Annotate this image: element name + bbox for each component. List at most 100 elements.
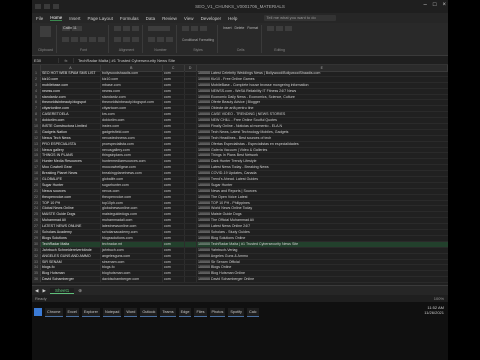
taskbar-item[interactable]: Teams	[160, 307, 176, 317]
row-number[interactable]: 15	[32, 153, 41, 159]
cell-c[interactable]: com	[163, 76, 185, 82]
save-icon[interactable]	[35, 4, 41, 9]
cell-a[interactable]: Global News Online	[41, 206, 101, 212]
cell-a[interactable]: Nexus Tech News	[41, 135, 101, 141]
row-number[interactable]: 6	[32, 100, 41, 106]
maximize-icon[interactable]: □	[433, 2, 437, 8]
cell-e[interactable]: 100000 Economic Daily News - Economics, …	[197, 95, 448, 100]
row-number[interactable]: 35	[32, 271, 41, 277]
cell-e[interactable]: 100000 Galería Vacuum | Video & Gallerie…	[197, 148, 448, 153]
taskbar-item[interactable]: Photos	[209, 307, 226, 317]
cell-d[interactable]	[185, 218, 197, 224]
cell-b[interactable]: scholarsacademy.com	[101, 230, 163, 235]
cell-a[interactable]: Muhammad Ali	[41, 218, 101, 224]
tab-review[interactable]: Review	[162, 16, 177, 21]
cell-d[interactable]	[185, 235, 197, 241]
cell-d[interactable]	[185, 94, 197, 100]
find-select-icon[interactable]	[285, 26, 293, 31]
undo-icon[interactable]	[44, 4, 50, 9]
cell-a[interactable]: doktoriim.com	[41, 118, 101, 124]
cell-c[interactable]: com	[163, 182, 185, 188]
cell-e[interactable]: 100000 COVID-19 Updates, Canada	[197, 171, 448, 176]
cell-d[interactable]	[185, 112, 197, 118]
cell-a[interactable]: SIR SENAM	[41, 259, 101, 265]
cell-c[interactable]: com	[163, 88, 185, 94]
tab-data[interactable]: Data	[146, 16, 156, 21]
cell-d[interactable]	[185, 177, 197, 182]
currency-icon[interactable]	[147, 37, 155, 42]
bold-icon[interactable]	[61, 37, 69, 42]
cell-b[interactable]: nexustechnews.com	[101, 135, 163, 141]
cell-d[interactable]	[185, 124, 197, 129]
minimize-icon[interactable]: –	[424, 2, 427, 8]
cell-a[interactable]: kiz10.com	[41, 76, 101, 82]
cell-a[interactable]: ANGELES GUNS AND AMMO	[41, 253, 101, 259]
cell-e[interactable]: 100000 Ofertas Especialistas - Especiali…	[197, 142, 448, 147]
cell-d[interactable]	[185, 141, 197, 147]
row-number[interactable]: 8	[32, 112, 41, 118]
format-cells-button[interactable]: Format	[247, 26, 258, 30]
cell-c[interactable]: com	[163, 218, 185, 224]
row-number[interactable]: 23	[32, 200, 41, 206]
cell-d[interactable]	[185, 165, 197, 171]
cell-a[interactable]: CASERETOELA	[41, 112, 101, 118]
cell-e[interactable]: 100000 The Official Muhammad Ali	[197, 218, 448, 223]
row-number[interactable]: 29	[32, 235, 41, 241]
taskbar-item[interactable]: Files	[194, 307, 207, 317]
row-number[interactable]: 24	[32, 206, 41, 212]
cell-b[interactable]: techradar.mt	[101, 241, 163, 247]
cell-e[interactable]: 100000 NEWSS.com - WeSA Reliability IT F…	[197, 89, 448, 94]
wrap-text-icon[interactable]	[131, 26, 139, 31]
cell-d[interactable]	[185, 212, 197, 218]
borders-icon[interactable]	[88, 37, 96, 42]
cell-e[interactable]: 100000 Finally Online - Noticias al mome…	[197, 124, 448, 129]
cell-d[interactable]	[185, 129, 197, 135]
row-number[interactable]: 14	[32, 147, 41, 153]
conditional-formatting-label[interactable]: Conditional Formatting	[182, 38, 214, 42]
cell-b[interactable]: moocowbellgear.com	[101, 165, 163, 171]
cell-d[interactable]	[185, 100, 197, 106]
worksheet-grid[interactable]: 1 SEO HOT WEB SPAM SMS LIST bollywoodshaad…	[32, 71, 448, 285]
row-number[interactable]: 16	[32, 159, 41, 165]
cell-d[interactable]	[185, 253, 197, 259]
cell-c[interactable]: com	[163, 100, 185, 106]
cell-d[interactable]	[185, 106, 197, 112]
cell-a[interactable]: Breaking Planet News	[41, 171, 101, 177]
cell-b[interactable]: angelesguns.com	[101, 253, 163, 259]
cell-c[interactable]: com	[163, 112, 185, 118]
cell-b[interactable]: muhammadali.com	[101, 218, 163, 224]
taskbar-item[interactable]: Explorer	[81, 307, 100, 317]
cell-b[interactable]: blogssolutions.com	[101, 235, 163, 241]
align-middle-icon[interactable]	[122, 26, 130, 31]
cell-d[interactable]	[185, 153, 197, 159]
cell-b[interactable]: instex.com	[101, 124, 163, 129]
cell-e[interactable]: 100000 Sugar Hunter	[197, 183, 448, 188]
cell-c[interactable]: com	[163, 153, 185, 159]
cell-c[interactable]: com	[163, 271, 185, 277]
row-number[interactable]: 7	[32, 106, 41, 112]
cell-e[interactable]: 100000 Dark Hunter Trendy Lifestyle	[197, 159, 448, 164]
font-size-select[interactable]: 11	[71, 26, 82, 31]
cell-c[interactable]: com	[163, 253, 185, 259]
tab-developer[interactable]: Developer	[201, 16, 222, 21]
cell-d[interactable]	[185, 200, 197, 206]
tab-home[interactable]: Home	[50, 15, 63, 21]
row-number[interactable]: 2	[32, 76, 41, 82]
tab-insert[interactable]: Insert	[69, 16, 80, 21]
cell-d[interactable]	[185, 241, 197, 247]
row-number[interactable]: 25	[32, 212, 41, 218]
paste-icon[interactable]	[39, 26, 51, 37]
cell-c[interactable]: com	[163, 259, 185, 265]
cell-b[interactable]: bollywoodshaadis.com	[101, 71, 163, 76]
cell-a[interactable]: Blog Hutsman	[41, 271, 101, 277]
cell-d[interactable]	[185, 194, 197, 200]
cell-c[interactable]: com	[163, 277, 185, 283]
cell-c[interactable]: com	[163, 106, 185, 112]
row-number[interactable]: 27	[32, 224, 41, 230]
sheet-nav-prev-icon[interactable]: ◀	[35, 288, 38, 294]
row-number[interactable]: 31	[32, 247, 41, 253]
cell-styles-icon[interactable]	[199, 26, 207, 31]
row-number[interactable]: 32	[32, 253, 41, 259]
cell-e[interactable]: 100000 Tech News, Latest Technology Mobi…	[197, 130, 448, 135]
cell-b[interactable]: gadgetsfield.com	[101, 129, 163, 135]
